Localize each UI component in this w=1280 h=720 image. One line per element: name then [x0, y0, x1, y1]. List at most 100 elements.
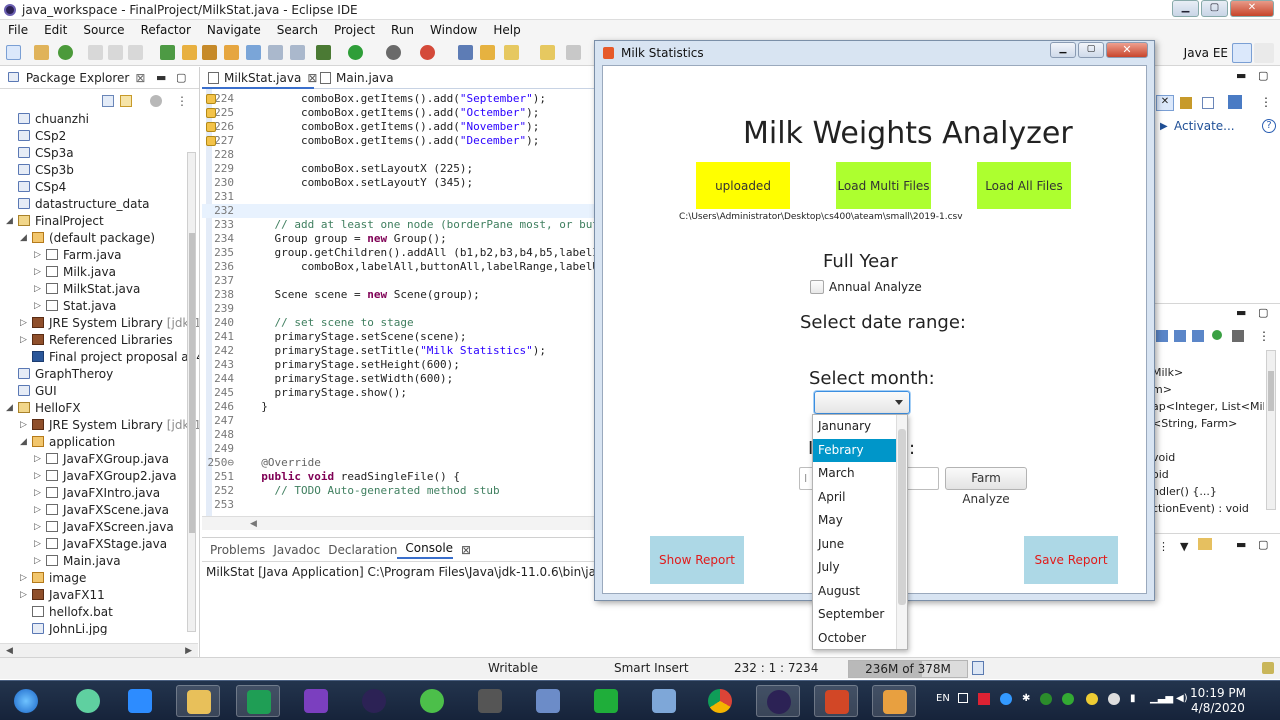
- tab-main[interactable]: Main.java: [314, 67, 410, 89]
- tree-item[interactable]: ▷ JavaFXGroup.java: [0, 451, 199, 468]
- code-line[interactable]: 253: [202, 498, 600, 512]
- code-line[interactable]: 241 primaryStage.setScene(scene);: [202, 330, 600, 344]
- month-option[interactable]: June: [813, 533, 897, 557]
- task-filter-icon[interactable]: ✕: [1156, 95, 1174, 111]
- minimize-button[interactable]: ▁: [1172, 0, 1199, 17]
- scroll-left-icon[interactable]: ◀: [6, 644, 13, 657]
- explorer-scrollbar[interactable]: [187, 152, 196, 632]
- menu-item-help[interactable]: Help: [485, 23, 528, 37]
- warning-icon[interactable]: [206, 136, 216, 146]
- garbage-collect-icon[interactable]: [972, 661, 984, 675]
- next-annotation-icon[interactable]: [540, 45, 555, 60]
- new-icon[interactable]: [58, 45, 73, 60]
- menu-item-navigate[interactable]: Navigate: [199, 23, 269, 37]
- taskbar-dolphin[interactable]: [642, 685, 686, 717]
- java-ee-perspective-icon[interactable]: [1232, 43, 1252, 63]
- debug-icon[interactable]: [160, 45, 175, 60]
- code-line[interactable]: 230 comboBox.setLayoutY (345);: [202, 176, 600, 190]
- save-icon[interactable]: [88, 45, 103, 60]
- scroll-right-icon[interactable]: ▶: [185, 644, 192, 657]
- system-clock[interactable]: 10:19 PM 4/8/2020: [1190, 686, 1246, 716]
- menu-item-search[interactable]: Search: [269, 23, 326, 37]
- tree-item[interactable]: ▷ Main.java: [0, 553, 199, 570]
- collapsed-arrow-icon[interactable]: ▷: [34, 553, 44, 570]
- chevron-down-icon[interactable]: ▼: [1180, 540, 1188, 553]
- tree-item[interactable]: ▷ JavaFXScene.java: [0, 502, 199, 519]
- taskbar-app[interactable]: [410, 685, 454, 717]
- print-icon[interactable]: [128, 45, 143, 60]
- code-line[interactable]: 224 comboBox.getItems().add("September")…: [202, 92, 600, 106]
- taskbar-visual-studio[interactable]: [294, 685, 338, 717]
- close-button[interactable]: ✕: [1106, 42, 1148, 58]
- collapsed-arrow-icon[interactable]: ▷: [34, 519, 44, 536]
- month-option[interactable]: March: [813, 462, 897, 486]
- tree-item[interactable]: GraphTheroy: [0, 366, 199, 383]
- code-line[interactable]: 242 primaryStage.setTitle("Milk Statisti…: [202, 344, 600, 358]
- outline-item[interactable]: ap<Integer, List<Milk: [1152, 398, 1264, 415]
- battery-icon[interactable]: ▮: [1130, 693, 1136, 704]
- month-option[interactable]: Febrary: [813, 438, 897, 462]
- collapsed-arrow-icon[interactable]: ▷: [34, 468, 44, 485]
- hide-fields-icon[interactable]: [1174, 330, 1186, 342]
- minimize-button[interactable]: ▁: [1050, 42, 1076, 58]
- explorer-scroll-thumb[interactable]: [189, 233, 195, 533]
- month-option[interactable]: July: [813, 556, 897, 580]
- tray-icon[interactable]: [1108, 693, 1120, 705]
- server-icon[interactable]: [458, 45, 473, 60]
- tab-problems[interactable]: Problems: [202, 543, 265, 557]
- back-icon[interactable]: [566, 45, 581, 60]
- tree-item[interactable]: CSp3b: [0, 162, 199, 179]
- code-line[interactable]: 249: [202, 442, 600, 456]
- warning-icon[interactable]: [206, 122, 216, 132]
- code-line[interactable]: 239: [202, 302, 600, 316]
- code-line[interactable]: 250⊖ @Override: [202, 456, 600, 470]
- sync-icon[interactable]: [1228, 95, 1242, 109]
- code-line[interactable]: 236 comboBox,labelAll,buttonAll,labelRan…: [202, 260, 600, 274]
- annual-analyze-checkbox[interactable]: [810, 280, 824, 294]
- close-icon[interactable]: ⊠: [135, 71, 145, 85]
- paragraph-icon[interactable]: [290, 45, 305, 60]
- load-all-files-button[interactable]: Load All Files: [977, 162, 1071, 209]
- tree-item[interactable]: hellofx.bat: [0, 604, 199, 621]
- maximize-view-icon[interactable]: ▢: [176, 67, 186, 89]
- tray-icon[interactable]: [958, 693, 968, 703]
- collapsed-arrow-icon[interactable]: ▷: [20, 417, 30, 434]
- tree-item[interactable]: GUI: [0, 383, 199, 400]
- layout-icon[interactable]: [1202, 97, 1214, 109]
- code-line[interactable]: 238 Scene scene = new Scene(group);: [202, 288, 600, 302]
- code-line[interactable]: 227 comboBox.getItems().add("December");: [202, 134, 600, 148]
- collapsed-arrow-icon[interactable]: ▷: [20, 315, 30, 332]
- code-line[interactable]: 225 comboBox.getItems().add("Octember");: [202, 106, 600, 120]
- view-menu-icon[interactable]: ⋮: [1258, 330, 1270, 342]
- taskbar-atom[interactable]: [66, 685, 110, 717]
- load-multi-files-button[interactable]: Load Multi Files: [836, 162, 931, 209]
- code-line[interactable]: 235 group.getChildren().addAll (b1,b2,b3…: [202, 246, 600, 260]
- tree-item[interactable]: ◢ HelloFX: [0, 400, 199, 417]
- code-line[interactable]: 229 comboBox.setLayoutX (225);: [202, 162, 600, 176]
- month-combo-box[interactable]: [814, 391, 910, 414]
- tray-icon[interactable]: [1000, 693, 1012, 705]
- collapsed-arrow-icon[interactable]: ▷: [20, 570, 30, 587]
- menu-item-window[interactable]: Window: [422, 23, 485, 37]
- taskbar-chrome[interactable]: [698, 685, 742, 717]
- tree-item[interactable]: ▷ image: [0, 570, 199, 587]
- view-menu-icon[interactable]: ⋮: [1158, 540, 1169, 553]
- tree-item[interactable]: ▷ JavaFX11: [0, 587, 199, 604]
- tree-item[interactable]: ◢ (default package): [0, 230, 199, 247]
- menu-item-run[interactable]: Run: [383, 23, 422, 37]
- help-icon[interactable]: ?: [1262, 119, 1276, 133]
- tray-icon[interactable]: [1040, 693, 1052, 705]
- warning-icon[interactable]: [206, 108, 216, 118]
- open-folder-icon[interactable]: [480, 45, 495, 60]
- code-line[interactable]: 244 primaryStage.setWidth(600);: [202, 372, 600, 386]
- wand-icon[interactable]: [182, 45, 197, 60]
- taskbar-zoom[interactable]: [118, 685, 162, 717]
- code-line[interactable]: 252 // TODO Auto-generated method stub: [202, 484, 600, 498]
- month-option[interactable]: August: [813, 580, 897, 604]
- taskbar-eclipse[interactable]: [352, 685, 396, 717]
- dialog-title-bar[interactable]: Milk Statistics ▁ ▢ ✕: [595, 41, 1154, 65]
- month-option[interactable]: Janunary: [813, 415, 897, 439]
- language-indicator[interactable]: EN: [936, 693, 950, 704]
- open-type-icon[interactable]: [202, 45, 217, 60]
- outline-item[interactable]: <String, Farm>: [1152, 415, 1264, 432]
